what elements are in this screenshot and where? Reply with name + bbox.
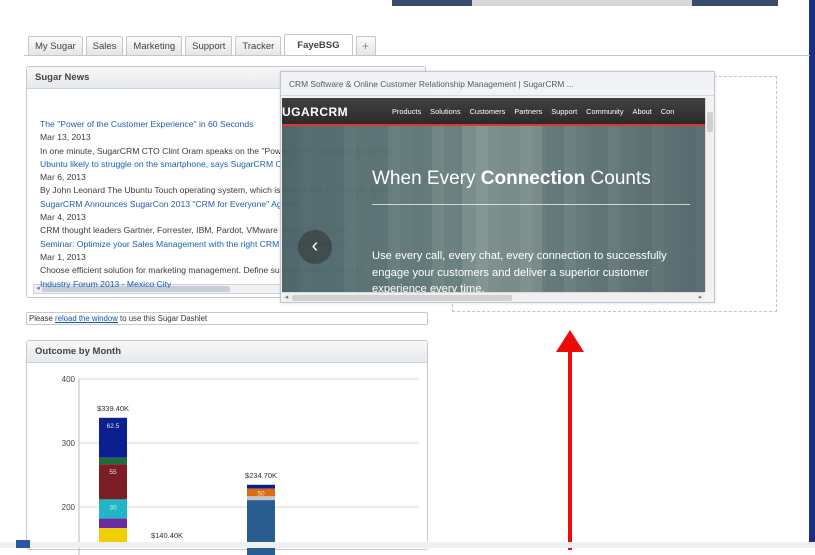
outcome-by-month-dashlet: Outcome by Month 200 300 400 $339.40K 62.5 55… — [26, 340, 428, 555]
popup-title: CRM Software & Online Customer Relations… — [281, 72, 714, 96]
site-nav: UGARCRM Products Solutions Customers Partne… — [282, 98, 705, 126]
bar-segment — [247, 484, 275, 489]
hero-banner: When Every Connection Counts Use every c… — [282, 126, 705, 292]
add-tab-button[interactable]: + — [355, 36, 376, 56]
site-nav-item[interactable]: Con — [661, 107, 675, 116]
y-tick-label: 200 — [62, 503, 76, 512]
hero-copy: Use every call, every chat, every connec… — [372, 250, 667, 292]
data-label: $339.40K — [97, 404, 129, 413]
bar-segment — [99, 457, 127, 465]
footer-logo — [16, 540, 30, 548]
site-nav-item[interactable]: About — [633, 107, 652, 116]
y-tick-label: 300 — [62, 439, 76, 448]
hero-heading: When Every Connection Counts — [372, 168, 651, 189]
tab-fayebsg[interactable]: FayeBSG — [284, 34, 353, 56]
segment-label: 30 — [109, 504, 117, 511]
footer-strip — [0, 542, 815, 548]
outcome-chart: 200 300 400 $339.40K 62.5 55 30 $140.40K $234.70… — [62, 375, 419, 555]
site-nav-item[interactable]: Products — [392, 107, 421, 116]
y-tick-label: 400 — [62, 375, 76, 384]
site-nav-item[interactable]: Support — [551, 107, 577, 116]
bar-segment — [99, 518, 127, 529]
site-nav-item[interactable]: Partners — [514, 107, 542, 116]
bar-segment — [247, 496, 275, 501]
data-label: $234.70K — [245, 471, 277, 480]
tab-my-sugar[interactable]: My Sugar — [28, 36, 83, 56]
sugarcrm-site-preview: UGARCRM Products Solutions Customers Partne… — [282, 98, 705, 292]
site-nav-items: Products Solutions Customers Partners Suppor… — [392, 107, 683, 116]
tab-sales[interactable]: Sales — [85, 36, 124, 56]
site-nav-item[interactable]: Community — [586, 107, 623, 116]
popup-vertical-scrollbar[interactable] — [705, 98, 714, 292]
data-label: $140.40K — [151, 531, 183, 540]
dashboard-tabs: My Sugar Sales Marketing Support Tracker… — [28, 34, 379, 56]
tab-divider — [24, 55, 810, 56]
top-bar — [0, 0, 815, 30]
reload-window-link[interactable]: reload the window — [55, 314, 118, 323]
reload-notice: Please reload the window to use this Sug… — [26, 312, 428, 325]
site-nav-item[interactable]: Customers — [470, 107, 506, 116]
sugarcrm-logo[interactable]: UGARCRM — [282, 105, 348, 119]
top-banner — [392, 0, 778, 6]
tab-tracker[interactable]: Tracker — [235, 36, 282, 56]
scroll-left-icon[interactable]: ◂ — [282, 293, 291, 302]
segment-label: 55 — [109, 469, 117, 476]
tab-support[interactable]: Support — [185, 36, 233, 56]
tab-marketing[interactable]: Marketing — [126, 36, 183, 56]
popup-horizontal-scrollbar[interactable]: ◂ ▸ — [282, 292, 705, 302]
carousel-prev-icon[interactable]: ‹ — [298, 230, 332, 264]
outcome-title[interactable]: Outcome by Month — [27, 341, 427, 363]
site-nav-item[interactable]: Solutions — [430, 107, 460, 116]
window-edge — [809, 0, 815, 548]
segment-label: 62.5 — [107, 423, 120, 430]
browser-preview-popup[interactable]: CRM Software & Online Customer Relations… — [280, 71, 715, 303]
scroll-right-icon[interactable]: ▸ — [696, 293, 705, 302]
annotation-arrow — [568, 340, 572, 550]
